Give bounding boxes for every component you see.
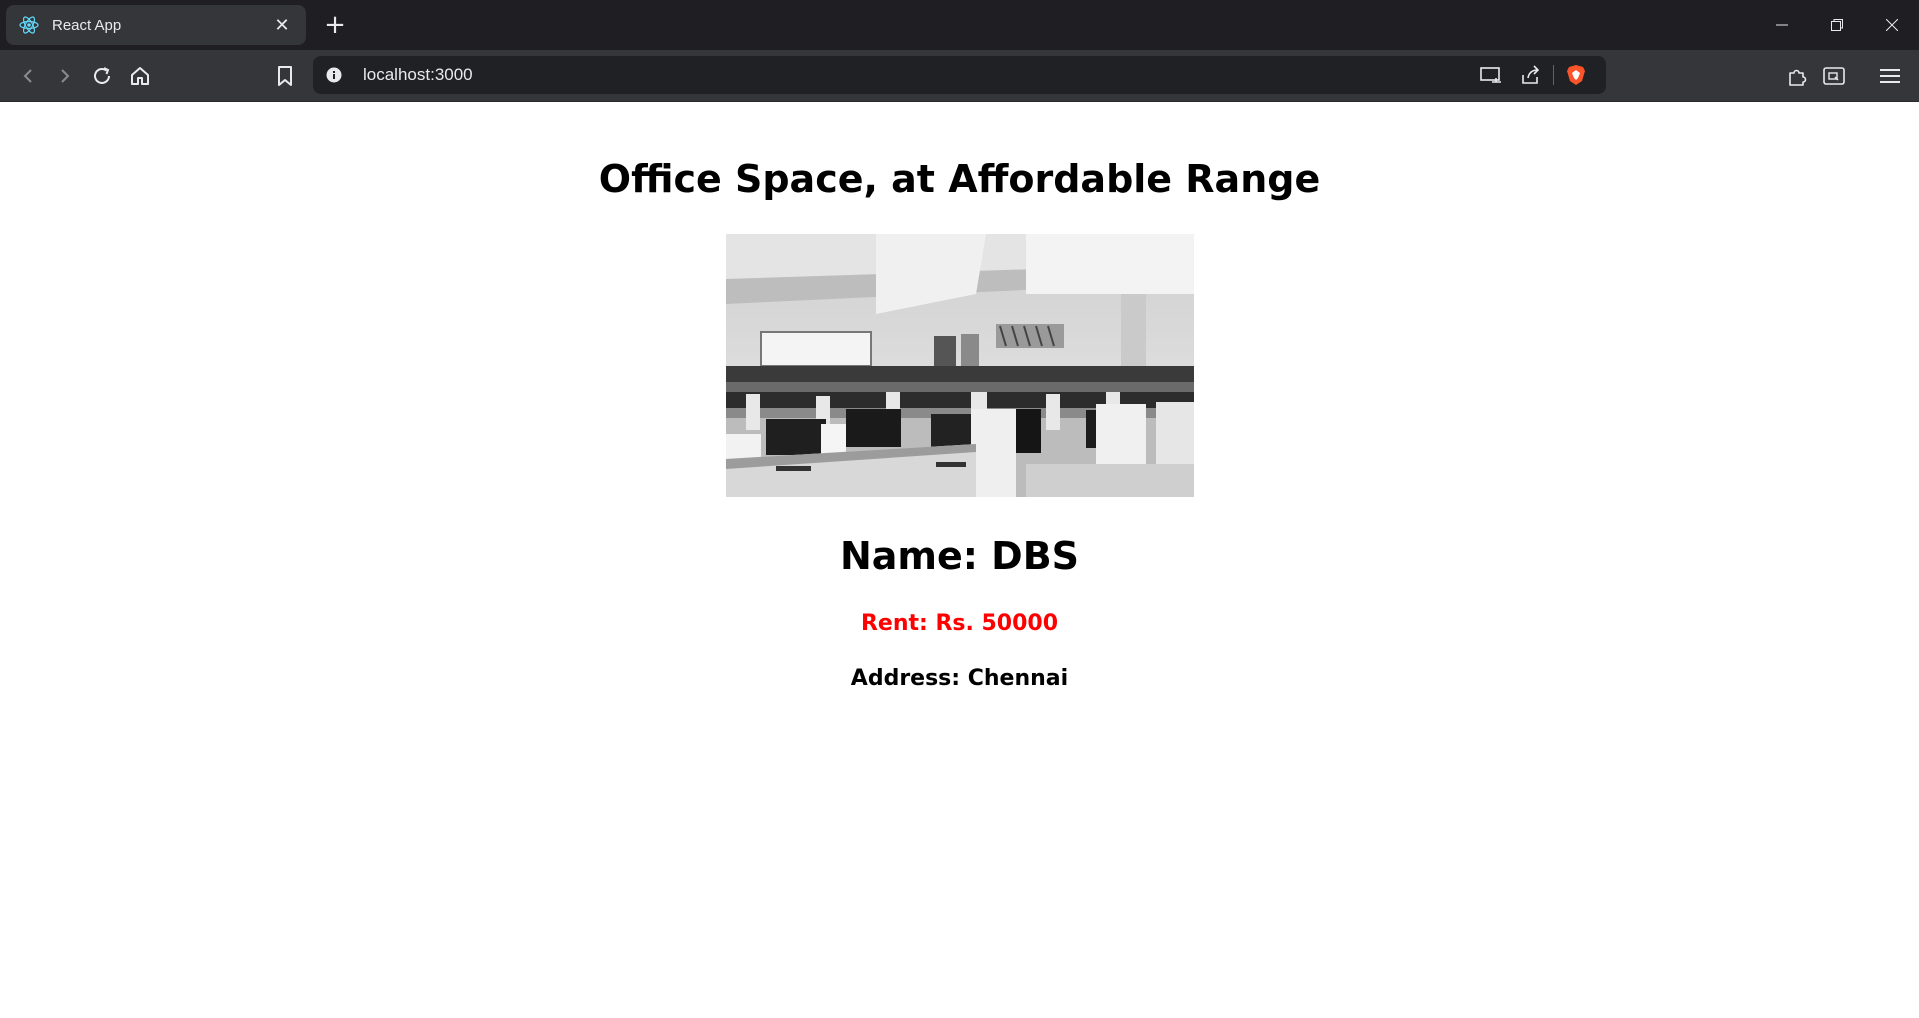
browser-tab[interactable]: React App ✕ — [6, 5, 306, 45]
forward-icon[interactable] — [51, 62, 79, 90]
new-tab-button[interactable]: + — [320, 9, 350, 41]
close-window-icon[interactable] — [1864, 0, 1919, 50]
brave-shield-icon[interactable] — [1556, 60, 1596, 90]
home-icon[interactable] — [126, 62, 154, 90]
tab-title: React App — [52, 16, 122, 34]
react-icon — [18, 14, 40, 36]
back-icon[interactable] — [14, 62, 42, 90]
extensions-icon[interactable] — [1783, 62, 1811, 90]
cast-icon[interactable] — [1471, 60, 1511, 90]
office-address: Address: Chennai — [850, 666, 1069, 691]
minimize-icon[interactable] — [1754, 0, 1809, 50]
menu-icon[interactable] — [1876, 62, 1904, 90]
page-content: Office Space, at Affordable Range Name: … — [0, 102, 1919, 1018]
office-rent: Rent: Rs. 50000 — [860, 611, 1059, 636]
divider — [1553, 65, 1554, 85]
url-text: localhost:3000 — [363, 65, 473, 84]
share-icon[interactable] — [1511, 60, 1551, 90]
browser-tab-bar: React App ✕ + — [0, 0, 1919, 50]
site-info-icon[interactable] — [325, 66, 343, 84]
office-photo — [726, 234, 1194, 497]
page-title: Office Space, at Affordable Range — [598, 157, 1321, 201]
close-tab-icon[interactable]: ✕ — [270, 15, 294, 36]
wallet-icon[interactable] — [1820, 62, 1848, 90]
office-name: Name: DBS — [839, 534, 1080, 578]
browser-toolbar: localhost:3000 — [0, 50, 1919, 102]
reload-icon[interactable] — [88, 62, 116, 90]
bookmark-icon[interactable] — [271, 62, 299, 90]
restore-icon[interactable] — [1809, 0, 1864, 50]
address-bar[interactable]: localhost:3000 — [313, 56, 1606, 94]
window-controls — [1754, 0, 1919, 50]
